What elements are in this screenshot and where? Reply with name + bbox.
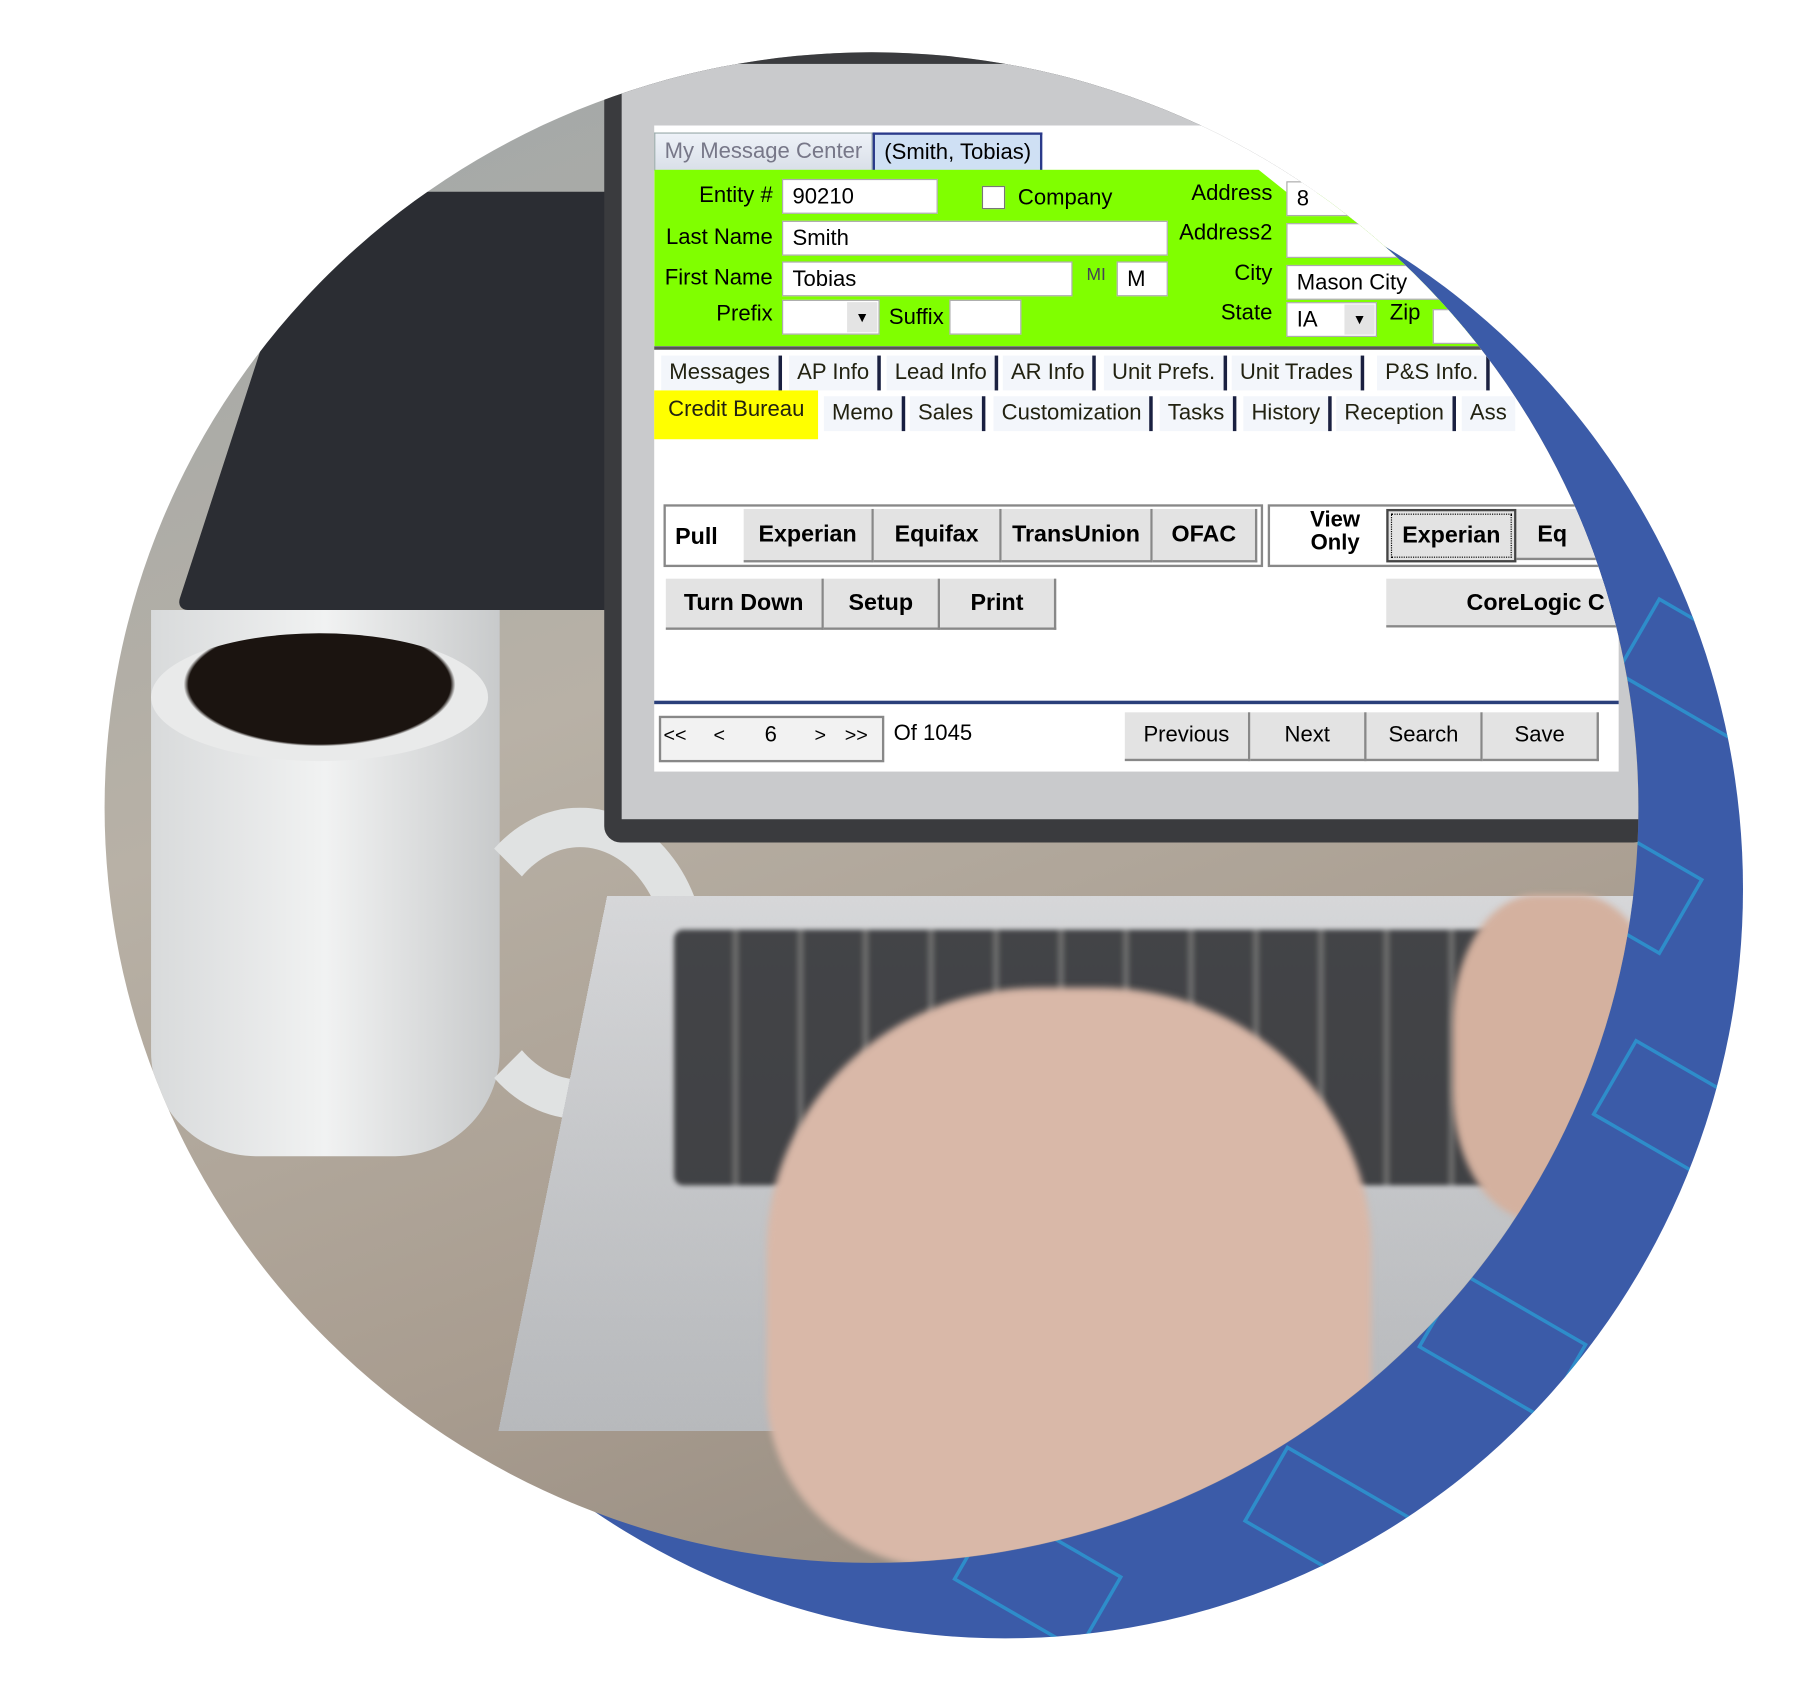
corelogic-button[interactable]: CoreLogic C — [1386, 578, 1619, 628]
state-value: IA — [1296, 307, 1318, 333]
previous-record-button[interactable]: < — [713, 724, 725, 747]
address-label: Address — [1191, 181, 1273, 206]
pull-label: Pull — [675, 524, 718, 550]
divider — [654, 346, 1619, 350]
tab-ap-info[interactable]: AP Info — [788, 355, 881, 391]
tab-credit-bureau[interactable]: Credit Bureau — [654, 390, 819, 440]
entity-input[interactable]: 90210 — [782, 178, 938, 214]
tab-unit-trades[interactable]: Unit Trades — [1231, 355, 1365, 391]
tab-reception[interactable]: Reception — [1336, 396, 1456, 432]
pull-transunion-button[interactable]: TransUnion — [1001, 508, 1153, 563]
pull-equifax-button[interactable]: Equifax — [873, 508, 1002, 563]
tab-ass[interactable]: Ass — [1461, 396, 1515, 432]
company-checkbox[interactable] — [981, 185, 1006, 210]
page-number-input[interactable]: 6 — [765, 723, 777, 749]
tab-history[interactable]: History — [1243, 396, 1332, 432]
tab-tasks[interactable]: Tasks — [1159, 396, 1236, 432]
suffix-input[interactable] — [949, 299, 1022, 335]
address-input[interactable]: 8 — [1286, 181, 1519, 217]
tab-memo[interactable]: Memo — [823, 396, 905, 432]
tab-ar-info[interactable]: AR Info — [1002, 355, 1097, 391]
last-record-button[interactable]: >> — [845, 724, 868, 747]
tab-customization[interactable]: Customization — [993, 396, 1154, 432]
last-name-label: Last Name — [665, 225, 773, 250]
chevron-down-icon: ▼ — [1344, 304, 1375, 335]
pull-ofac-button[interactable]: OFAC — [1152, 508, 1258, 563]
laptop-photo: My Message Center (Smith, Tobias) Entity… — [104, 52, 1639, 1563]
address2-label: Address2 — [1179, 220, 1273, 246]
entity-label: Entity # — [699, 183, 773, 208]
pull-experian-button[interactable]: Experian — [743, 508, 874, 563]
tab-my-message-center[interactable]: My Message Center — [654, 132, 873, 171]
company-label: Company — [1017, 185, 1113, 211]
tab-sales[interactable]: Sales — [909, 396, 985, 432]
view-experian-button[interactable]: Experian — [1386, 508, 1517, 563]
next-record-button[interactable]: > — [815, 724, 827, 747]
next-button[interactable]: Next — [1250, 712, 1367, 762]
tab-lead-info[interactable]: Lead Info — [886, 355, 999, 391]
app-window: My Message Center (Smith, Tobias) Entity… — [654, 125, 1633, 772]
save-button[interactable]: Save — [1482, 712, 1599, 762]
hand — [766, 987, 1372, 1563]
city-input[interactable]: Mason City — [1286, 264, 1519, 300]
view-equifax-button[interactable]: Eq — [1516, 508, 1621, 561]
suffix-label: Suffix — [888, 305, 944, 331]
first-name-label: First Name — [664, 266, 773, 291]
divider — [654, 700, 1619, 705]
state-select[interactable]: IA ▼ — [1286, 302, 1377, 337]
mi-label: MI — [1086, 264, 1106, 285]
last-name-input[interactable]: Smith — [782, 220, 1168, 256]
view-only-label: View Only — [1310, 507, 1361, 556]
turn-down-button[interactable]: Turn Down — [665, 578, 824, 630]
tab-ps-info[interactable]: P&S Info. — [1376, 355, 1491, 391]
setup-button[interactable]: Setup — [823, 578, 941, 630]
tab-smith-tobias[interactable]: (Smith, Tobias) — [872, 132, 1043, 172]
first-record-button[interactable]: << — [664, 724, 687, 747]
state-label: State — [1220, 300, 1273, 326]
prefix-select[interactable]: ▼ — [782, 299, 880, 335]
city-label: City — [1234, 261, 1273, 286]
chevron-down-icon: ▼ — [847, 302, 878, 333]
previous-button[interactable]: Previous — [1124, 712, 1251, 762]
print-button[interactable]: Print — [940, 578, 1057, 630]
tab-unit-prefs[interactable]: Unit Prefs. — [1103, 355, 1227, 391]
first-name-input[interactable]: Tobias — [782, 261, 1073, 297]
address2-input[interactable] — [1286, 223, 1519, 258]
prefix-label: Prefix — [716, 302, 773, 327]
coffee — [151, 633, 489, 762]
zip-label: Zip — [1389, 300, 1421, 326]
search-button[interactable]: Search — [1366, 712, 1483, 762]
tab-messages[interactable]: Messages — [661, 355, 782, 391]
zip-input[interactable] — [1432, 309, 1538, 344]
record-count: Of 1045 — [893, 721, 973, 747]
hand — [1452, 894, 1639, 1221]
